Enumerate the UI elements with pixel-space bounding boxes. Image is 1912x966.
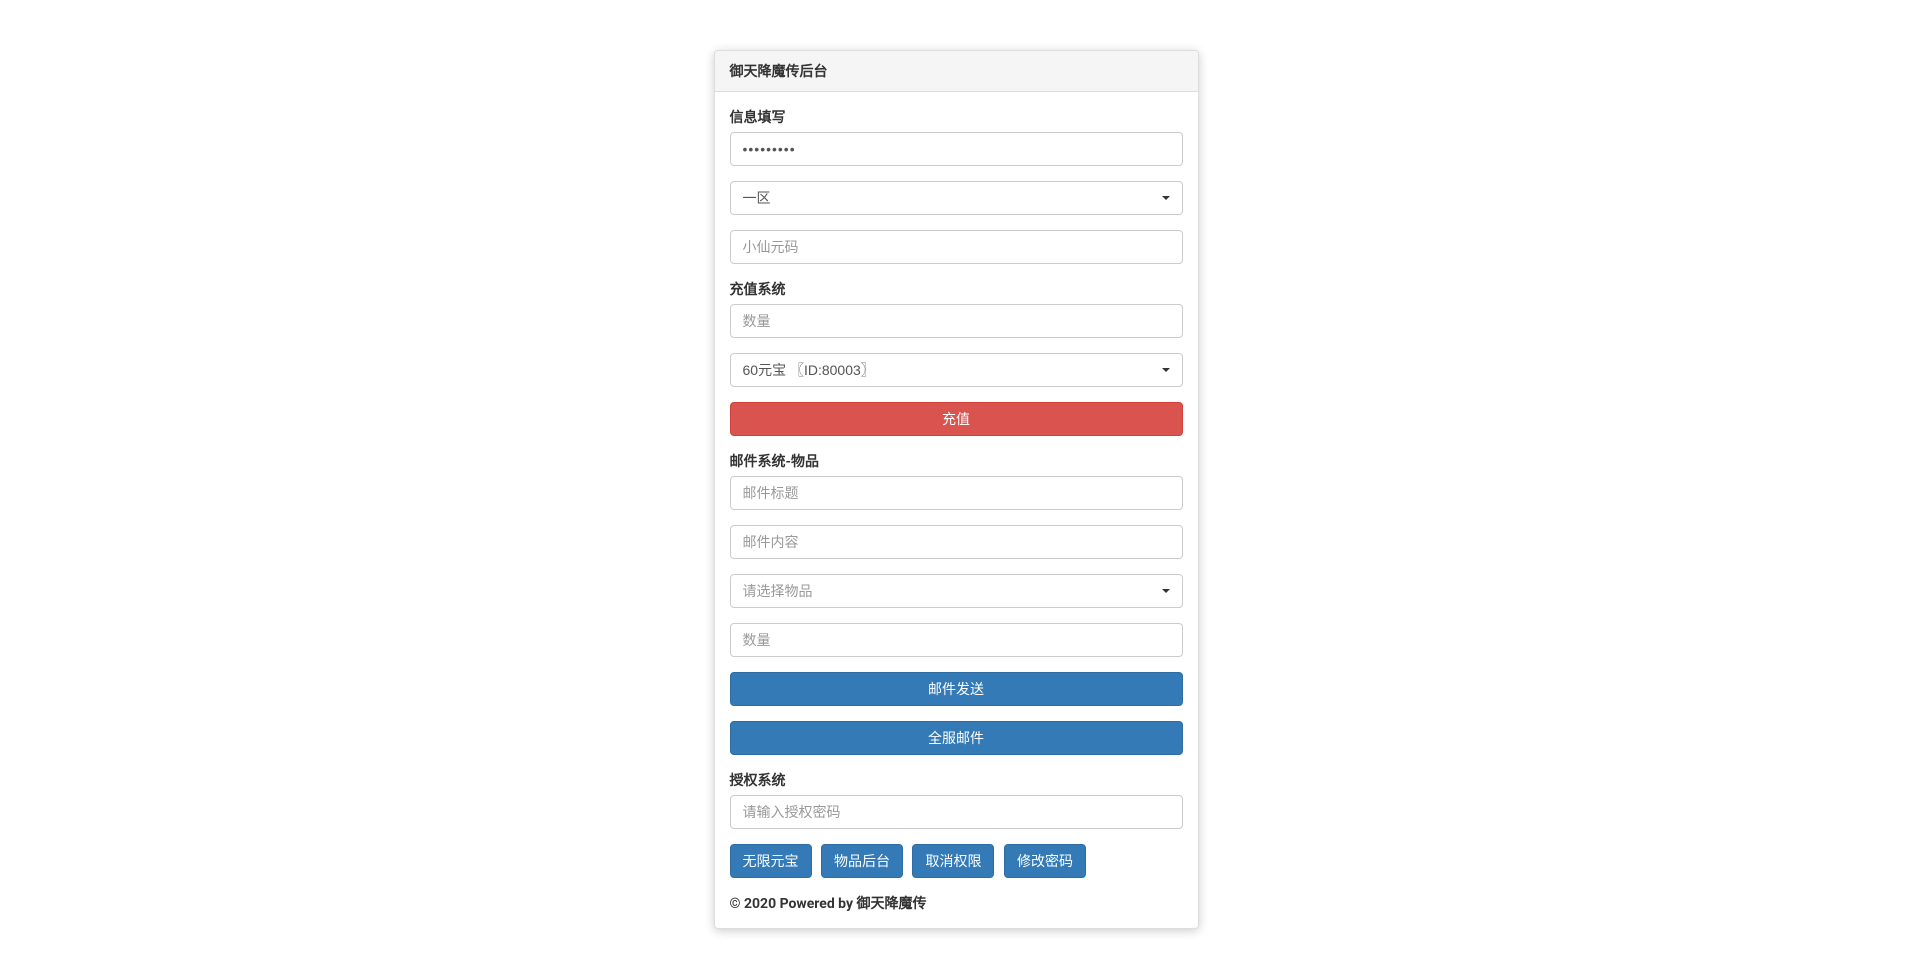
mail-title-input[interactable] [730,476,1183,510]
mail-item-placeholder: 请选择物品 [743,583,813,599]
recharge-qty-input[interactable] [730,304,1183,338]
panel-body: 信息填写 一区 充值系统 60元宝 〖ID:80003〗 [715,92,1198,928]
mail-content-input[interactable] [730,525,1183,559]
revoke-permission-button[interactable]: 取消权限 [912,844,994,878]
mail-item-select[interactable]: 请选择物品 [730,574,1183,608]
zone-select-value: 一区 [743,190,771,206]
caret-down-icon [1162,368,1170,372]
admin-panel: 御天降魔传后台 信息填写 一区 充值系统 60元宝 [714,50,1199,929]
auth-section-label: 授权系统 [730,770,1183,790]
panel-title: 御天降魔传后台 [715,51,1198,92]
recharge-section-label: 充值系统 [730,279,1183,299]
info-section-label: 信息填写 [730,107,1183,127]
mail-section-label: 邮件系统-物品 [730,451,1183,471]
unlimited-yuanbao-button[interactable]: 无限元宝 [730,844,812,878]
zone-select[interactable]: 一区 [730,181,1183,215]
password-input[interactable] [730,132,1183,166]
caret-down-icon [1162,589,1170,593]
mail-send-button[interactable]: 邮件发送 [730,672,1183,706]
code-input[interactable] [730,230,1183,264]
recharge-item-select[interactable]: 60元宝 〖ID:80003〗 [730,353,1183,387]
item-admin-button[interactable]: 物品后台 [821,844,903,878]
caret-down-icon [1162,196,1170,200]
mail-broadcast-button[interactable]: 全服邮件 [730,721,1183,755]
recharge-button[interactable]: 充值 [730,402,1183,436]
recharge-item-value: 60元宝 〖ID:80003〗 [743,362,875,378]
change-password-button[interactable]: 修改密码 [1004,844,1086,878]
mail-qty-input[interactable] [730,623,1183,657]
auth-password-input[interactable] [730,795,1183,829]
footer-copyright: © 2020 Powered by 御天降魔传 [730,893,1183,913]
